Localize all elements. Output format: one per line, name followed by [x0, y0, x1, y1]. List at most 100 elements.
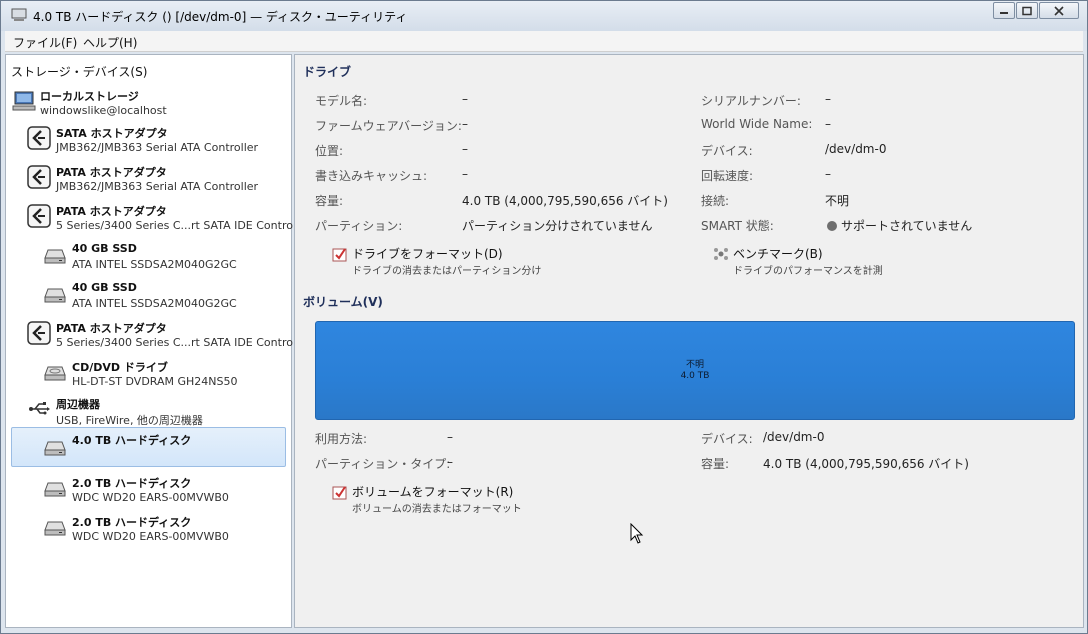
- close-button[interactable]: [1039, 2, 1079, 19]
- maximize-button[interactable]: [1016, 2, 1038, 19]
- volume-block-size: 4.0 TB: [680, 371, 710, 381]
- format-drive-label: ドライブをフォーマット(D): [352, 247, 503, 261]
- rotation-label: 回転速度:: [701, 169, 754, 183]
- sidebar-item-subtitle: 5 Series/3400 Series C...rt SATA IDE Con…: [56, 219, 311, 232]
- capacity-label: 容量:: [315, 194, 344, 208]
- sidebar-item-title: ローカルストレージ: [40, 90, 139, 103]
- volume-block-label: 不明 4.0 TB: [316, 360, 1074, 382]
- benchmark-label: ベンチマーク(B): [733, 247, 823, 261]
- serial-value: –: [825, 92, 831, 106]
- format-volume-description: ボリュームの消去またはフォーマット: [352, 504, 522, 515]
- usb-icon: [29, 402, 50, 415]
- sidebar-item-subtitle: JMB362/JMB363 Serial ATA Controller: [56, 141, 259, 154]
- menu-file[interactable]: ファイル(F): [13, 34, 77, 51]
- sidebar-item-4tb-disk-selected[interactable]: 4.0 TB ハードディスク: [11, 427, 286, 467]
- sidebar-item-ssd[interactable]: 40 GB SSD ATA INTEL SSDSA2M040G2GC: [6, 240, 291, 278]
- menu-bar: ファイル(F) ヘルプ(H): [5, 31, 1083, 52]
- sidebar-item-optical-drive[interactable]: CD/DVD ドライブ HL-DT-ST DVDRAM GH24NS50: [6, 357, 291, 395]
- sidebar-item-2tb-disk[interactable]: 2.0 TB ハードディスク WDC WD20 EARS-00MVWB0: [6, 512, 291, 550]
- sidebar-item-pata-host-adapter[interactable]: PATA ホストアダプタ 5 Series/3400 Series C...rt…: [6, 201, 310, 239]
- volume-device-value: /dev/dm-0: [763, 430, 825, 444]
- model-value: –: [462, 92, 468, 106]
- format-volume-button[interactable]: ボリュームをフォーマット(R) ボリュームの消去またはフォーマット: [332, 483, 552, 515]
- firmware-label: ファームウェアバージョン:: [315, 119, 462, 133]
- host-adapter-icon: [27, 321, 51, 345]
- firmware-value: –: [462, 117, 468, 131]
- host-adapter-icon: [27, 204, 51, 228]
- minimize-button[interactable]: [993, 2, 1015, 19]
- storage-devices-sidebar[interactable]: ストレージ・デバイス(S) ローカルストレージ windowslike@loca…: [5, 54, 310, 628]
- sidebar-item-title: 2.0 TB ハードディスク: [72, 477, 192, 490]
- wwn-label: World Wide Name:: [701, 117, 813, 131]
- sidebar-item-local-storage[interactable]: ローカルストレージ windowslike@localhost: [6, 86, 291, 124]
- smart-status-dot-icon: [827, 221, 837, 231]
- volume-block-type: 不明: [685, 360, 704, 370]
- sidebar-item-ssd[interactable]: 40 GB SSD ATA INTEL SSDSA2M040G2GC: [6, 279, 291, 317]
- sidebar-item-title: PATA ホストアダプタ: [56, 166, 167, 179]
- sidebar-item-pata-host-adapter[interactable]: PATA ホストアダプタ JMB362/JMB363 Serial ATA Co…: [6, 162, 291, 200]
- sidebar-item-subtitle: JMB362/JMB363 Serial ATA Controller: [56, 180, 259, 193]
- format-icon: [332, 248, 347, 262]
- close-icon: [1054, 5, 1064, 16]
- sidebar-item-pata-host-adapter[interactable]: PATA ホストアダプタ 5 Series/3400 Series C...rt…: [6, 318, 310, 356]
- maximize-icon: [1022, 6, 1032, 15]
- drive-section-title: ドライブ: [303, 65, 352, 79]
- drive-icon: [44, 482, 66, 497]
- window-title: 4.0 TB ハードディスク () [/dev/dm-0] — ディスク・ユーテ…: [33, 10, 408, 24]
- wwn-value: –: [825, 117, 831, 131]
- minimize-icon: [1000, 11, 1008, 14]
- sidebar-item-title: PATA ホストアダプタ: [56, 322, 167, 335]
- format-volume-label: ボリュームをフォーマット(R): [352, 485, 514, 499]
- write-cache-value: –: [462, 167, 468, 181]
- sidebar-item-subtitle: 5 Series/3400 Series C...rt SATA IDE Con…: [56, 336, 311, 349]
- volume-partition-block[interactable]: 不明 4.0 TB: [315, 321, 1075, 420]
- volume-capacity-value: 4.0 TB (4,000,795,590,656 バイト): [763, 457, 969, 471]
- connection-value: 不明: [825, 194, 850, 208]
- host-adapter-icon: [27, 165, 51, 189]
- drive-icon: [44, 249, 66, 264]
- model-label: モデル名:: [315, 94, 368, 108]
- device-label: デバイス:: [701, 144, 753, 158]
- benchmark-description: ドライブのパフォーマンスを計測: [733, 266, 883, 277]
- benchmark-button[interactable]: ベンチマーク(B) ドライブのパフォーマンスを計測: [713, 245, 913, 277]
- sidebar-item-title: CD/DVD ドライブ: [72, 361, 168, 374]
- disk-utility-icon: [11, 8, 27, 21]
- serial-label: シリアルナンバー:: [701, 94, 801, 108]
- benchmark-icon: [714, 248, 728, 260]
- usage-value: –: [447, 430, 453, 444]
- capacity-value: 4.0 TB (4,000,795,590,656 バイト): [462, 194, 668, 208]
- sidebar-item-subtitle: ATA INTEL SSDSA2M040G2GC: [72, 258, 237, 271]
- host-adapter-icon: [27, 126, 51, 150]
- usage-label: 利用方法:: [315, 432, 368, 446]
- sidebar-item-title: PATA ホストアダプタ: [56, 205, 167, 218]
- smart-value: サポートされていません: [827, 217, 972, 234]
- connection-label: 接続:: [701, 194, 730, 208]
- mouse-cursor-icon: [630, 523, 644, 544]
- smart-status-text: サポートされていません: [841, 219, 973, 233]
- rotation-value: –: [825, 167, 831, 181]
- drive-icon: [44, 441, 66, 456]
- sidebar-item-title: SATA ホストアダプタ: [56, 127, 168, 140]
- sidebar-item-sata-host-adapter[interactable]: SATA ホストアダプタ JMB362/JMB363 Serial ATA Co…: [6, 123, 291, 161]
- partition-type-value: –: [447, 455, 453, 469]
- app-window: 4.0 TB ハードディスク () [/dev/dm-0] — ディスク・ユーテ…: [0, 0, 1088, 634]
- sidebar-item-title: 2.0 TB ハードディスク: [72, 516, 192, 529]
- sidebar-item-2tb-disk[interactable]: 2.0 TB ハードディスク WDC WD20 EARS-00MVWB0: [6, 473, 291, 511]
- partition-type-label: パーティション・タイプ:: [315, 457, 451, 471]
- location-label: 位置:: [315, 144, 344, 158]
- write-cache-label: 書き込みキャッシュ:: [315, 169, 428, 183]
- format-icon: [332, 486, 347, 500]
- sidebar-item-title: 40 GB SSD: [72, 242, 137, 255]
- menu-help[interactable]: ヘルプ(H): [83, 34, 137, 51]
- sidebar-item-subtitle: ATA INTEL SSDSA2M040G2GC: [72, 297, 237, 310]
- format-drive-button[interactable]: ドライブをフォーマット(D) ドライブの消去またはパーティション分け: [332, 245, 562, 277]
- sidebar-item-subtitle: windowslike@localhost: [40, 104, 167, 117]
- sidebar-item-title: 4.0 TB ハードディスク: [72, 434, 192, 447]
- volume-section-title: ボリューム(V): [303, 295, 383, 309]
- volume-device-label: デバイス:: [701, 432, 753, 446]
- optical-drive-icon: [44, 366, 66, 381]
- sidebar-item-subtitle: WDC WD20 EARS-00MVWB0: [72, 530, 229, 543]
- title-bar[interactable]: 4.0 TB ハードディスク () [/dev/dm-0] — ディスク・ユーテ…: [1, 1, 1087, 31]
- sidebar-item-subtitle: USB, FireWire, 他の周辺機器: [56, 414, 203, 427]
- volume-capacity-label: 容量:: [701, 457, 730, 471]
